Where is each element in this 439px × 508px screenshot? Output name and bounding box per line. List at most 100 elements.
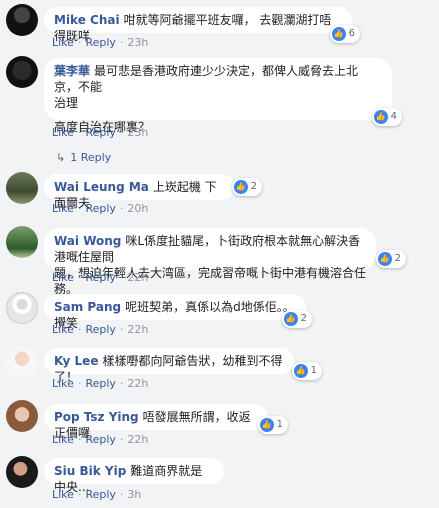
comment: Siu Bik Yip 難道商界就是中央... Like · Reply · 3h bbox=[0, 456, 439, 502]
reaction-count-value: 1 bbox=[310, 365, 317, 376]
comment-bubble: Pop Tsz Ying 唔發展無所謂，收返正價囉 👍 1 bbox=[44, 404, 288, 440]
avatar[interactable] bbox=[6, 4, 38, 36]
reaction-count-value: 1 bbox=[276, 419, 283, 430]
reply-link[interactable]: Reply bbox=[85, 433, 115, 446]
reply-link[interactable]: Reply bbox=[85, 377, 115, 390]
reply-link[interactable]: Reply bbox=[85, 126, 115, 139]
comment-author[interactable]: Wai Wong bbox=[54, 234, 121, 248]
reaction-count[interactable]: 👍 4 bbox=[371, 108, 402, 126]
comment-actions: Like · Reply · 20h bbox=[52, 202, 148, 215]
comment-actions: Like · Reply · 23h bbox=[52, 126, 148, 139]
timestamp[interactable]: 22h bbox=[127, 377, 148, 390]
comment-author[interactable]: Mike Chai bbox=[54, 13, 120, 27]
comment-author[interactable]: Wai Leung Ma bbox=[54, 180, 149, 194]
comment: 葉李華 最可悲是香港政府連少少決定，都俾人威脅去上北京，不能 治理 高度自治在哪裏… bbox=[0, 56, 439, 170]
timestamp[interactable]: 20h bbox=[127, 202, 148, 215]
comment-author[interactable]: Siu Bik Yip bbox=[54, 464, 126, 478]
separator: · bbox=[77, 323, 82, 336]
comment-actions: Like · Reply · 22h bbox=[52, 433, 148, 446]
comment-bubble: 葉李華 最可悲是香港政府連少少決定，都俾人威脅去上北京，不能 治理 高度自治在哪裏… bbox=[44, 58, 402, 134]
reaction-count-value: 6 bbox=[348, 28, 355, 39]
comment: Wai Wong 咪L係度扯貓尾，卜街政府根本就無心解決香港嘅住屋問 題，想迫年輕… bbox=[0, 226, 439, 296]
comment-actions: Like · Reply · 22h bbox=[52, 323, 148, 336]
separator: · bbox=[77, 36, 82, 49]
avatar[interactable] bbox=[6, 172, 38, 204]
like-link[interactable]: Like bbox=[52, 433, 74, 446]
replies-count[interactable]: 1 Reply bbox=[70, 151, 111, 164]
separator: · bbox=[119, 323, 124, 336]
comment-actions: Like · Reply · 22h bbox=[52, 271, 148, 284]
comment-actions: Like · Reply · 23h bbox=[52, 36, 148, 49]
reaction-count-value: 2 bbox=[250, 181, 257, 192]
avatar[interactable] bbox=[6, 56, 38, 88]
reaction-count-value: 2 bbox=[394, 253, 401, 264]
timestamp[interactable]: 22h bbox=[127, 323, 148, 336]
comment: Pop Tsz Ying 唔發展無所謂，收返正價囉 👍 1 Like · Repl… bbox=[0, 400, 439, 446]
avatar[interactable] bbox=[6, 400, 38, 432]
comment-bubble: Sam Pang 呢班契弟，真係以為d地係佢。。攪笑 👍 2 bbox=[44, 294, 312, 330]
comment: Sam Pang 呢班契弟，真係以為d地係佢。。攪笑 👍 2 Like · Rep… bbox=[0, 292, 439, 336]
like-link[interactable]: Like bbox=[52, 36, 74, 49]
like-reaction-icon: 👍 bbox=[259, 418, 274, 432]
reply-link[interactable]: Reply bbox=[85, 323, 115, 336]
separator: · bbox=[119, 36, 124, 49]
comment-author[interactable]: Sam Pang bbox=[54, 300, 121, 314]
avatar[interactable] bbox=[6, 456, 38, 488]
comment-bubble: Wai Leung Ma 上崁起機 下面爾夫 👍 2 bbox=[44, 174, 262, 210]
comment-author[interactable]: Ky Lee bbox=[54, 354, 98, 368]
reply-arrow-icon: ↳ bbox=[56, 151, 66, 164]
comment-author[interactable]: 葉李華 bbox=[54, 64, 90, 78]
reaction-count[interactable]: 👍 6 bbox=[329, 25, 360, 43]
like-reaction-icon: 👍 bbox=[377, 252, 392, 266]
like-link[interactable]: Like bbox=[52, 126, 74, 139]
separator: · bbox=[77, 271, 82, 284]
comment-bubble: Siu Bik Yip 難道商界就是中央... bbox=[44, 458, 224, 494]
separator: · bbox=[119, 126, 124, 139]
comment-actions: Like · Reply · 3h bbox=[52, 488, 141, 501]
like-reaction-icon: 👍 bbox=[293, 364, 308, 378]
separator: · bbox=[119, 271, 124, 284]
separator: · bbox=[119, 202, 124, 215]
comment: Wai Leung Ma 上崁起機 下面爾夫 👍 2 Like · Reply ·… bbox=[0, 172, 439, 216]
separator: · bbox=[77, 488, 82, 501]
avatar[interactable] bbox=[6, 292, 38, 324]
timestamp[interactable]: 23h bbox=[127, 36, 148, 49]
comment-author[interactable]: Pop Tsz Ying bbox=[54, 410, 139, 424]
reaction-count[interactable]: 👍 1 bbox=[291, 362, 322, 380]
comment-bubble: Wai Wong 咪L係度扯貓尾，卜街政府根本就無心解決香港嘅住屋問 題，想迫年輕… bbox=[44, 228, 406, 296]
reaction-count[interactable]: 👍 1 bbox=[257, 416, 288, 434]
separator: · bbox=[77, 126, 82, 139]
like-link[interactable]: Like bbox=[52, 202, 74, 215]
separator: · bbox=[119, 377, 124, 390]
separator: · bbox=[77, 433, 82, 446]
like-link[interactable]: Like bbox=[52, 271, 74, 284]
like-reaction-icon: 👍 bbox=[233, 180, 248, 194]
timestamp[interactable]: 23h bbox=[127, 126, 148, 139]
reaction-count-value: 2 bbox=[300, 313, 307, 324]
reply-link[interactable]: Reply bbox=[85, 202, 115, 215]
reaction-count-value: 4 bbox=[390, 111, 397, 122]
avatar[interactable] bbox=[6, 346, 38, 378]
timestamp[interactable]: 3h bbox=[127, 488, 141, 501]
reaction-count[interactable]: 👍 2 bbox=[231, 178, 262, 196]
comment-text-line: 治理 bbox=[54, 96, 79, 110]
reply-link[interactable]: Reply bbox=[85, 36, 115, 49]
avatar[interactable] bbox=[6, 226, 38, 258]
like-reaction-icon: 👍 bbox=[331, 27, 346, 41]
like-link[interactable]: Like bbox=[52, 323, 74, 336]
comment-text-line: 最可悲是香港政府連少少決定，都俾人威脅去上北京，不能 bbox=[54, 64, 359, 94]
like-link[interactable]: Like bbox=[52, 488, 74, 501]
reply-link[interactable]: Reply bbox=[85, 271, 115, 284]
timestamp[interactable]: 22h bbox=[127, 433, 148, 446]
reply-link[interactable]: Reply bbox=[85, 488, 115, 501]
reaction-count[interactable]: 👍 2 bbox=[281, 310, 312, 328]
comment-bubble: Ky Lee 樣樣嘢都向阿爺告狀，幼稚到不得了！ 👍 1 bbox=[44, 348, 322, 384]
comment: Ky Lee 樣樣嘢都向阿爺告狀，幼稚到不得了！ 👍 1 Like · Reply… bbox=[0, 346, 439, 390]
reaction-count[interactable]: 👍 2 bbox=[375, 250, 406, 268]
view-replies-link[interactable]: ↳ 1 Reply bbox=[56, 151, 111, 164]
separator: · bbox=[77, 377, 82, 390]
like-reaction-icon: 👍 bbox=[283, 312, 298, 326]
like-link[interactable]: Like bbox=[52, 377, 74, 390]
timestamp[interactable]: 22h bbox=[127, 271, 148, 284]
like-reaction-icon: 👍 bbox=[373, 110, 388, 124]
